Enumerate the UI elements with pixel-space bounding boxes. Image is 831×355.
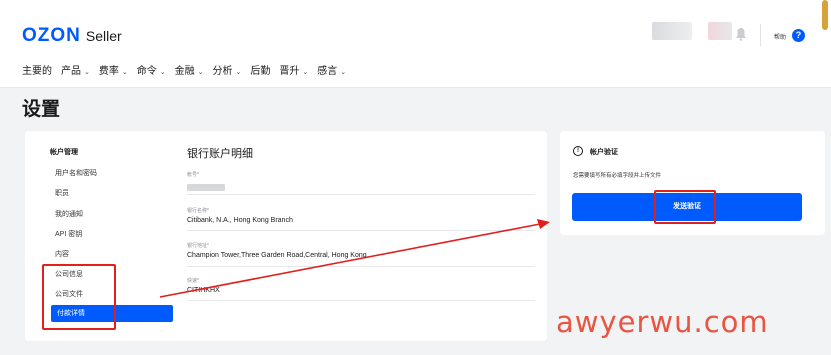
nav-item-reviews[interactable]: 感言 ⌄ (317, 62, 346, 77)
chevron-down-icon: ⌄ (84, 69, 90, 76)
nav-item-finance[interactable]: 金融 ⌄ (175, 62, 204, 77)
verification-note: 您需要填写所有必填字段并上传文件 (573, 173, 662, 179)
help-icon[interactable]: ? (792, 29, 805, 42)
watermark-text: awyerwu.com (556, 305, 769, 339)
nav-label: 后勤 (250, 66, 271, 77)
scrollbar-thumb[interactable] (822, 0, 828, 30)
sidebar-heading: 帐户管理 (50, 149, 78, 156)
nav-label: 主要的 (22, 66, 52, 77)
chevron-down-icon: ⌄ (235, 69, 242, 76)
nav-item-logistics[interactable]: 后勤 (250, 62, 270, 77)
nav-label: 分析 (212, 66, 233, 77)
swift-code-field[interactable]: 快速* CITIHKHX (187, 277, 535, 301)
chevron-down-icon: ⌄ (159, 69, 166, 76)
account-number-field[interactable]: 帐号* (187, 171, 535, 195)
nav-label: 费率 (98, 66, 119, 77)
sidebar-item-username-password[interactable]: 用户名和密码 (55, 168, 97, 178)
account-verification-card: ! 帐户验证 您需要填写所有必填字段并上传文件 发送验证 (560, 131, 825, 235)
bell-icon[interactable] (735, 27, 747, 41)
chevron-down-icon: ⌄ (302, 69, 309, 76)
nav-item-promotion[interactable]: 晋升 ⌄ (279, 62, 308, 77)
field-label: 快速* (187, 278, 199, 284)
masked-account-number (187, 184, 225, 191)
blurred-account-info (652, 22, 692, 40)
nav-item-rates[interactable]: 费率 ⌄ (99, 62, 128, 77)
field-value: Citibank, N.A., Hong Kong Branch (187, 217, 293, 224)
nav-label: 感言 (317, 66, 338, 77)
field-label: 银行地址* (187, 243, 209, 249)
nav-item-products[interactable]: 产品 ⌄ (61, 62, 90, 77)
settings-card: 帐户管理 用户名和密码 职员 我的通知 API 密钥 内容 公司信息 公司文件 … (25, 131, 547, 341)
bank-section-title: 银行账户明细 (187, 148, 253, 160)
sidebar-item-content[interactable]: 内容 (55, 249, 69, 259)
nav-item-orders[interactable]: 命令 ⌄ (137, 62, 166, 77)
main-nav: 主要的 产品 ⌄ 费率 ⌄ 命令 ⌄ 金融 ⌄ 分析 ⌄ 后勤 晋升 ⌄ 感言 ⌄ (22, 62, 355, 77)
help-label[interactable]: 帮助 (774, 32, 786, 41)
highlight-box-button (654, 190, 716, 224)
header-divider (760, 24, 761, 46)
nav-label: 金融 (174, 66, 195, 77)
top-header: OZON Seller 帮助 ? 主要的 产品 ⌄ 费率 ⌄ 命令 ⌄ 金融 ⌄ 分析 ⌄… (0, 0, 831, 88)
chevron-down-icon: ⌄ (197, 69, 204, 76)
nav-label: 产品 (61, 66, 81, 77)
bank-address-field[interactable]: 银行地址* Champion Tower,Three Garden Road,C… (187, 242, 535, 267)
nav-item-analytics[interactable]: 分析 ⌄ (213, 62, 242, 77)
chevron-down-icon: ⌄ (121, 69, 128, 76)
field-value: CITIHKHX (187, 287, 220, 294)
verification-title: 帐户验证 (590, 149, 618, 156)
blurred-account-info-2 (708, 22, 732, 40)
highlight-box-sidebar (42, 264, 116, 330)
sidebar-item-notifications[interactable]: 我的通知 (55, 209, 83, 219)
nav-label: 命令 (136, 66, 157, 77)
field-label: 帐号* (187, 172, 199, 178)
info-icon: ! (573, 146, 583, 156)
field-label: 银行名称* (187, 208, 209, 214)
page-title: 设置 (22, 99, 61, 120)
ozon-seller-logo[interactable]: OZON Seller (22, 25, 122, 47)
field-value: Champion Tower,Three Garden Road,Central… (187, 252, 367, 259)
chevron-down-icon: ⌄ (340, 69, 347, 76)
nav-item-main[interactable]: 主要的 (22, 62, 52, 77)
bank-name-field[interactable]: 银行名称* Citibank, N.A., Hong Kong Branch (187, 207, 535, 231)
logo-product: Seller (85, 28, 122, 44)
sidebar-item-api-keys[interactable]: API 密钥 (55, 229, 82, 239)
nav-label: 晋升 (279, 66, 300, 77)
sidebar-item-staff[interactable]: 职员 (55, 188, 69, 198)
logo-brand: OZON (22, 25, 81, 46)
